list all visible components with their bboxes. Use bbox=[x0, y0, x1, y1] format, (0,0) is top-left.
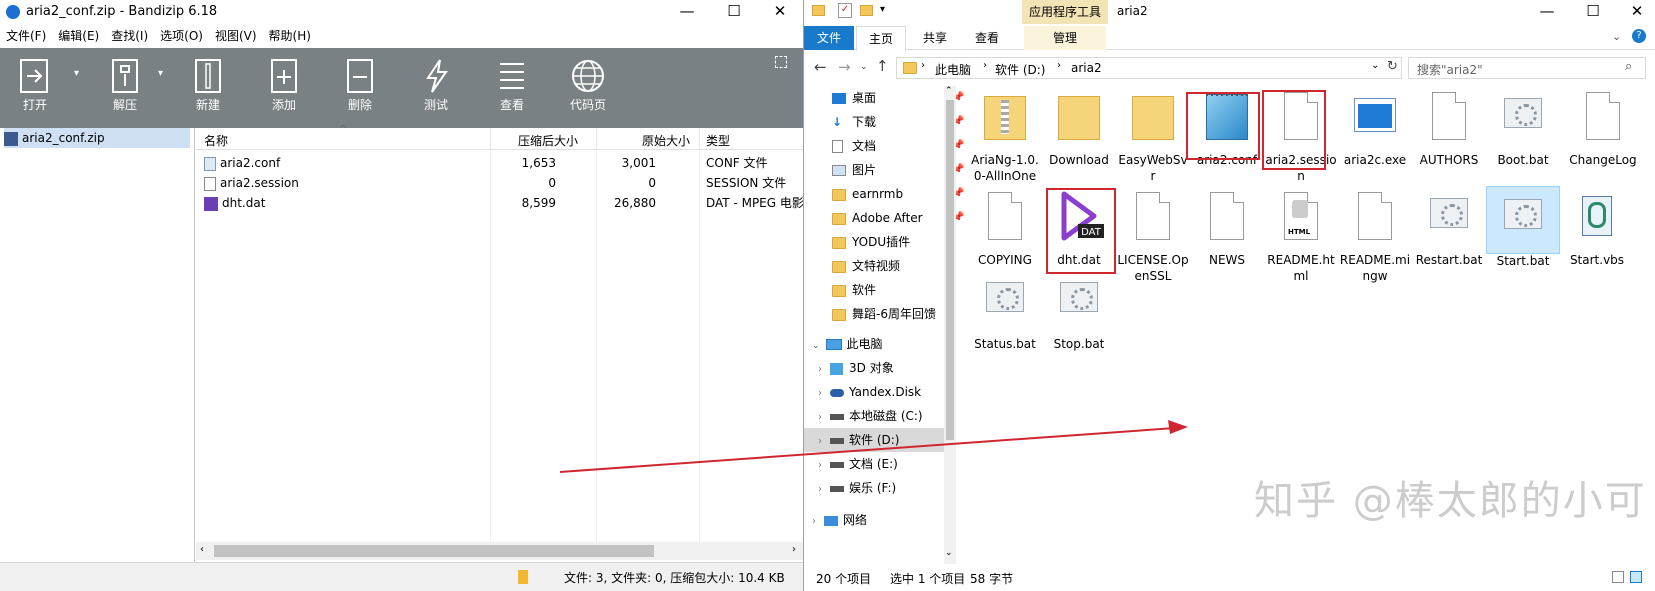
arrow-shaft bbox=[559, 427, 1176, 473]
arrow-head-icon bbox=[1168, 420, 1188, 434]
annotation-arrow-layer bbox=[559, 420, 1188, 473]
